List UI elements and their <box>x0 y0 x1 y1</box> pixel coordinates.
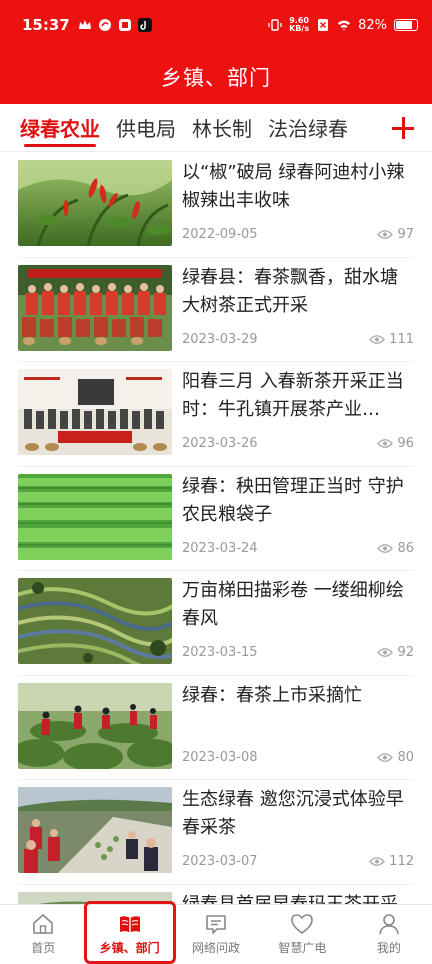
plus-icon[interactable] <box>388 113 418 143</box>
list-item[interactable]: 绿春：春茶上市采摘忙 2023-03-08 80 <box>18 676 414 780</box>
heart-icon <box>291 914 314 934</box>
nav-label: 我的 <box>376 941 401 955</box>
nav-label: 网络问政 <box>192 941 241 955</box>
article-title: 万亩梯田描彩卷 一缕细柳绘春风 <box>182 580 404 629</box>
article-date: 2023-03-08 <box>182 749 258 765</box>
eye-icon <box>369 857 386 866</box>
article-list: 以“椒”破局 绿春阿迪村小辣椒辣出丰收味 2022-09-05 97 绿春县：春… <box>0 153 432 904</box>
battery-percent: 82% <box>358 17 387 33</box>
view-count: 92 <box>377 645 414 660</box>
list-item[interactable]: 万亩梯田描彩卷 一缕细柳绘春风 2023-03-15 92 <box>18 571 414 676</box>
system-status: 9.60 KB/s 82% <box>268 17 418 33</box>
message-icon <box>206 915 226 934</box>
view-count: 96 <box>377 436 414 451</box>
app-notification-icon <box>98 19 111 31</box>
thumbnail-tea-hills <box>18 891 172 904</box>
nav-label: 智慧广电 <box>278 941 327 955</box>
article-title: 绿春县首届早春玛玉茶开采 <box>182 893 398 905</box>
article-title: 阳春三月 入春新茶开采正当时：牛孔镇开展茶产业… <box>182 371 404 420</box>
nav-smart-broadcast[interactable]: 智慧广电 <box>259 905 345 964</box>
article-date: 2023-03-15 <box>182 645 258 660</box>
sim-off-icon <box>318 19 329 31</box>
user-icon <box>379 914 399 935</box>
nav-label: 首页 <box>31 941 56 955</box>
list-item[interactable]: 绿春：秧田管理正当时 守护农民粮袋子 2023-03-24 86 <box>18 467 414 571</box>
article-title: 以“椒”破局 绿春阿迪村小辣椒辣出丰收味 <box>182 162 405 211</box>
crown-icon <box>78 20 91 29</box>
view-count-value: 97 <box>397 227 414 242</box>
tab-power-bureau[interactable]: 供电局 <box>116 104 176 151</box>
app-header: 15:37 9.60 KB/s 82% 乡镇、部门 <box>0 0 432 104</box>
eye-icon <box>377 543 394 553</box>
nav-mine[interactable]: 我的 <box>346 905 432 964</box>
thumbnail-tea-picking <box>18 682 172 769</box>
nav-label: 乡镇、部门 <box>99 941 160 955</box>
notification-icons <box>78 18 152 32</box>
tab-rule-of-law[interactable]: 法治绿春 <box>268 104 348 151</box>
article-title: 绿春县：春茶飘香，甜水塘大树茶正式开采 <box>182 266 398 316</box>
article-title: 生态绿春 邀您沉浸式体验早春采茶 <box>182 789 404 838</box>
view-count-value: 86 <box>397 540 414 556</box>
news-app-icon <box>118 19 131 31</box>
thumbnail-terraced-fields <box>18 578 172 664</box>
title-bar: 乡镇、部门 <box>0 50 432 104</box>
article-date: 2023-03-29 <box>182 331 258 347</box>
eye-icon <box>377 752 394 762</box>
article-title: 绿春：春茶上市采摘忙 <box>182 684 362 706</box>
article-title: 绿春：秧田管理正当时 守护农民粮袋子 <box>182 475 404 525</box>
eye-icon <box>377 648 394 657</box>
thumbnail-tea-event-banner <box>18 369 172 455</box>
thumbnail-tea-group-photo <box>18 264 172 351</box>
view-count-value: 80 <box>397 749 414 765</box>
bottom-navigation: 首页 乡镇、部门 网络问政 智慧广电 我的 <box>0 904 432 964</box>
article-date: 2023-03-07 <box>182 854 258 869</box>
status-time: 15:37 <box>22 16 70 34</box>
nav-online-inquiry[interactable]: 网络问政 <box>173 905 259 964</box>
view-count-value: 92 <box>397 645 414 660</box>
page-title: 乡镇、部门 <box>161 66 271 90</box>
article-date: 2023-03-26 <box>182 436 258 451</box>
view-count-value: 96 <box>397 436 414 451</box>
view-count-value: 111 <box>389 331 414 347</box>
vibrate-icon <box>268 19 282 31</box>
home-icon <box>33 914 54 934</box>
thumbnail-rice-seedlings <box>18 473 172 560</box>
article-date: 2023-03-24 <box>182 540 258 556</box>
battery-level <box>396 21 412 29</box>
eye-icon <box>377 230 394 239</box>
view-count: 86 <box>377 541 414 556</box>
view-count: 111 <box>369 332 414 347</box>
list-item[interactable]: 生态绿春 邀您沉浸式体验早春采茶 2023-03-07 112 <box>18 780 414 885</box>
list-item[interactable]: 绿春县：春茶飘香，甜水塘大树茶正式开采 2023-03-29 111 <box>18 258 414 362</box>
eye-icon <box>377 439 394 448</box>
tab-forest-chief[interactable]: 林长制 <box>192 104 252 151</box>
category-tabs: 绿春农业 供电局 林长制 法治绿春 <box>0 104 432 152</box>
wifi-icon <box>337 20 351 31</box>
view-count: 97 <box>377 227 414 242</box>
battery-icon <box>394 19 418 31</box>
net-speed-unit: KB/s <box>289 24 310 33</box>
article-date: 2022-09-05 <box>182 227 258 242</box>
view-count: 112 <box>369 854 414 869</box>
status-bar: 15:37 9.60 KB/s 82% <box>0 0 432 50</box>
thumbnail-chili-field <box>18 160 172 246</box>
view-count-value: 112 <box>389 854 414 869</box>
book-icon <box>119 916 140 933</box>
list-item[interactable]: 绿春县首届早春玛玉茶开采 <box>18 885 414 905</box>
tiktok-icon <box>137 18 152 32</box>
nav-home[interactable]: 首页 <box>0 905 86 964</box>
net-speed: 9.60 KB/s <box>289 17 309 33</box>
eye-icon <box>369 334 386 344</box>
list-item[interactable]: 以“椒”破局 绿春阿迪村小辣椒辣出丰收味 2022-09-05 97 <box>18 153 414 258</box>
view-count: 80 <box>377 750 414 765</box>
list-item[interactable]: 阳春三月 入春新茶开采正当时：牛孔镇开展茶产业… 2023-03-26 96 <box>18 362 414 467</box>
nav-towns-departments[interactable]: 乡镇、部门 <box>86 905 172 964</box>
thumbnail-tea-feast <box>18 787 172 873</box>
tab-lvchun-agriculture[interactable]: 绿春农业 <box>20 104 100 151</box>
